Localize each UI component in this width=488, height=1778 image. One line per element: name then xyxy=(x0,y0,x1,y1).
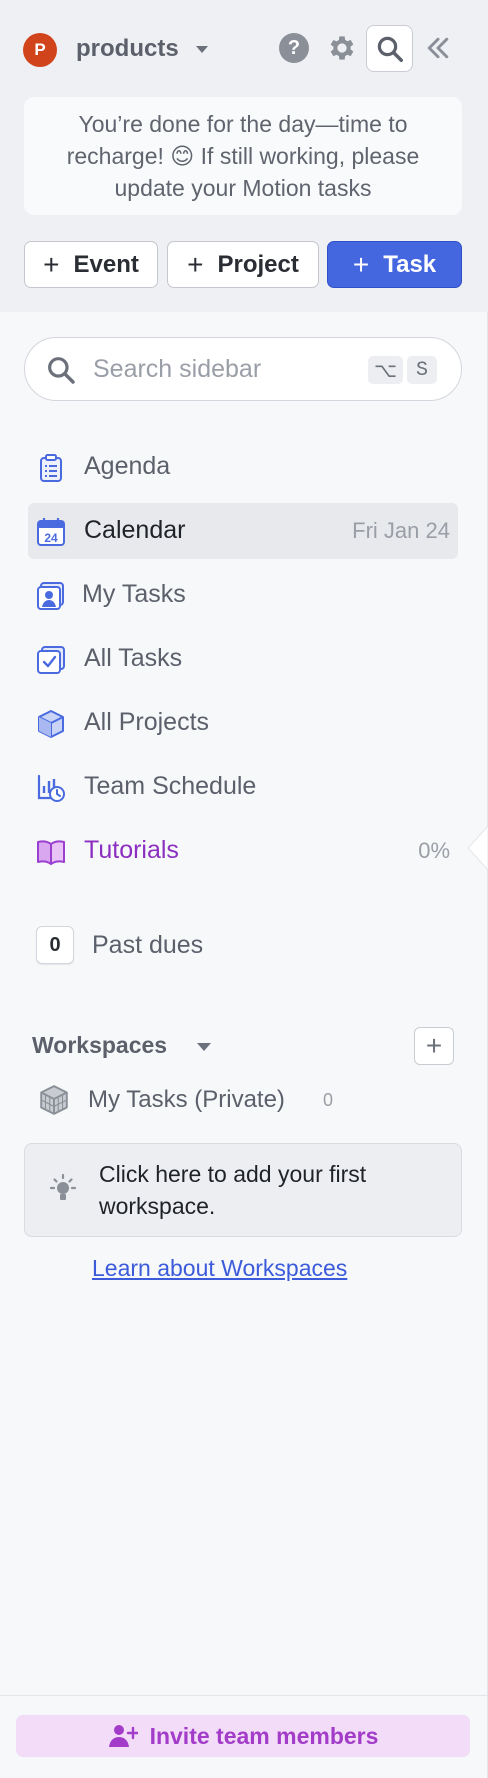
nav-label-team-schedule: Team Schedule xyxy=(84,772,257,800)
search-button[interactable] xyxy=(366,25,413,72)
nav-item-calendar[interactable]: 24 Calendar Fri Jan 24 xyxy=(28,503,458,559)
workspace-avatar[interactable]: P xyxy=(23,33,57,67)
plus-icon: + xyxy=(43,248,60,280)
nav-label-all-tasks: All Tasks xyxy=(84,644,183,672)
learn-workspaces-link[interactable]: Learn about Workspaces xyxy=(92,1255,347,1282)
shortcut-key-option: ⌥ xyxy=(368,356,404,384)
search-input[interactable] xyxy=(93,350,353,388)
plus-icon: + xyxy=(352,248,370,280)
all-tasks-icon xyxy=(37,646,65,674)
gear-icon[interactable] xyxy=(325,31,359,65)
search-icon xyxy=(377,36,403,62)
nav-item-tutorials[interactable]: Tutorials 0% xyxy=(28,823,458,879)
footer-divider xyxy=(0,1695,488,1696)
add-workspace-hint[interactable]: Click here to add your first workspace. xyxy=(24,1143,462,1237)
chevron-down-icon[interactable] xyxy=(196,46,208,53)
tutorials-progress: 0% xyxy=(418,838,450,863)
agenda-icon xyxy=(40,454,62,482)
invite-team-label: Invite team members xyxy=(149,1722,379,1749)
nav-item-team-schedule[interactable]: Team Schedule xyxy=(28,759,458,815)
sidebar-search[interactable]: ⌥ S xyxy=(24,337,462,401)
book-icon xyxy=(37,840,65,865)
nav-item-agenda[interactable]: Agenda xyxy=(28,439,458,495)
search-icon xyxy=(48,357,75,384)
plus-icon: + xyxy=(187,248,204,280)
workspace-label: My Tasks (Private) xyxy=(88,1086,285,1113)
sidebar-top-section: P products ? You’re done for the day—tim… xyxy=(0,0,488,312)
add-workspace-hint-text: Click here to add your first workspace. xyxy=(99,1161,367,1219)
past-dues-label: Past dues xyxy=(92,931,204,959)
chevron-down-icon[interactable] xyxy=(197,1043,211,1051)
add-project-button[interactable]: + Project xyxy=(167,241,319,288)
sidebar: P products ? You’re done for the day—tim… xyxy=(0,0,488,1778)
add-task-label: Task xyxy=(383,250,437,278)
add-task-button[interactable]: + Task xyxy=(327,241,462,288)
nav-item-my-tasks[interactable]: My Tasks xyxy=(28,567,458,623)
nav-label-agenda: Agenda xyxy=(84,452,171,480)
cube-grid-icon xyxy=(40,1085,68,1115)
nav-item-all-projects[interactable]: All Projects xyxy=(28,695,458,751)
cube-icon xyxy=(38,710,64,738)
team-schedule-icon xyxy=(37,774,65,802)
calendar-icon: 24 xyxy=(37,518,65,546)
collapse-sidebar-icon[interactable] xyxy=(420,30,456,66)
nav-label-all-projects: All Projects xyxy=(84,708,210,736)
nav-item-all-tasks[interactable]: All Tasks xyxy=(28,631,458,687)
workspace-name[interactable]: products xyxy=(76,35,179,63)
add-event-button[interactable]: + Event xyxy=(24,241,158,288)
nav-label-my-tasks: My Tasks xyxy=(82,580,186,608)
calendar-current-date: Fri Jan 24 xyxy=(352,518,450,543)
past-dues-count: 0 xyxy=(36,926,74,964)
tutorials-pointer xyxy=(467,826,488,870)
my-tasks-icon xyxy=(37,582,64,610)
sidebar-header: P products ? xyxy=(0,0,488,96)
help-icon[interactable]: ? xyxy=(279,33,309,63)
shortcut-key-s: S xyxy=(407,356,437,384)
workspaces-header[interactable]: Workspaces xyxy=(32,1032,167,1059)
add-user-icon xyxy=(108,1725,138,1747)
add-event-label: Event xyxy=(73,250,139,278)
end-of-day-notice: You’re done for the day—time to recharge… xyxy=(24,97,462,215)
calendar-icon-day: 24 xyxy=(44,531,58,545)
invite-team-button[interactable]: Invite team members xyxy=(16,1715,470,1757)
nav-label-calendar: Calendar xyxy=(84,516,186,544)
workspace-task-count: 0 xyxy=(323,1090,334,1110)
lightbulb-icon xyxy=(49,1173,77,1200)
nav-label-tutorials: Tutorials xyxy=(84,836,179,864)
add-project-label: Project xyxy=(217,250,299,278)
add-workspace-button[interactable]: + xyxy=(414,1027,454,1065)
